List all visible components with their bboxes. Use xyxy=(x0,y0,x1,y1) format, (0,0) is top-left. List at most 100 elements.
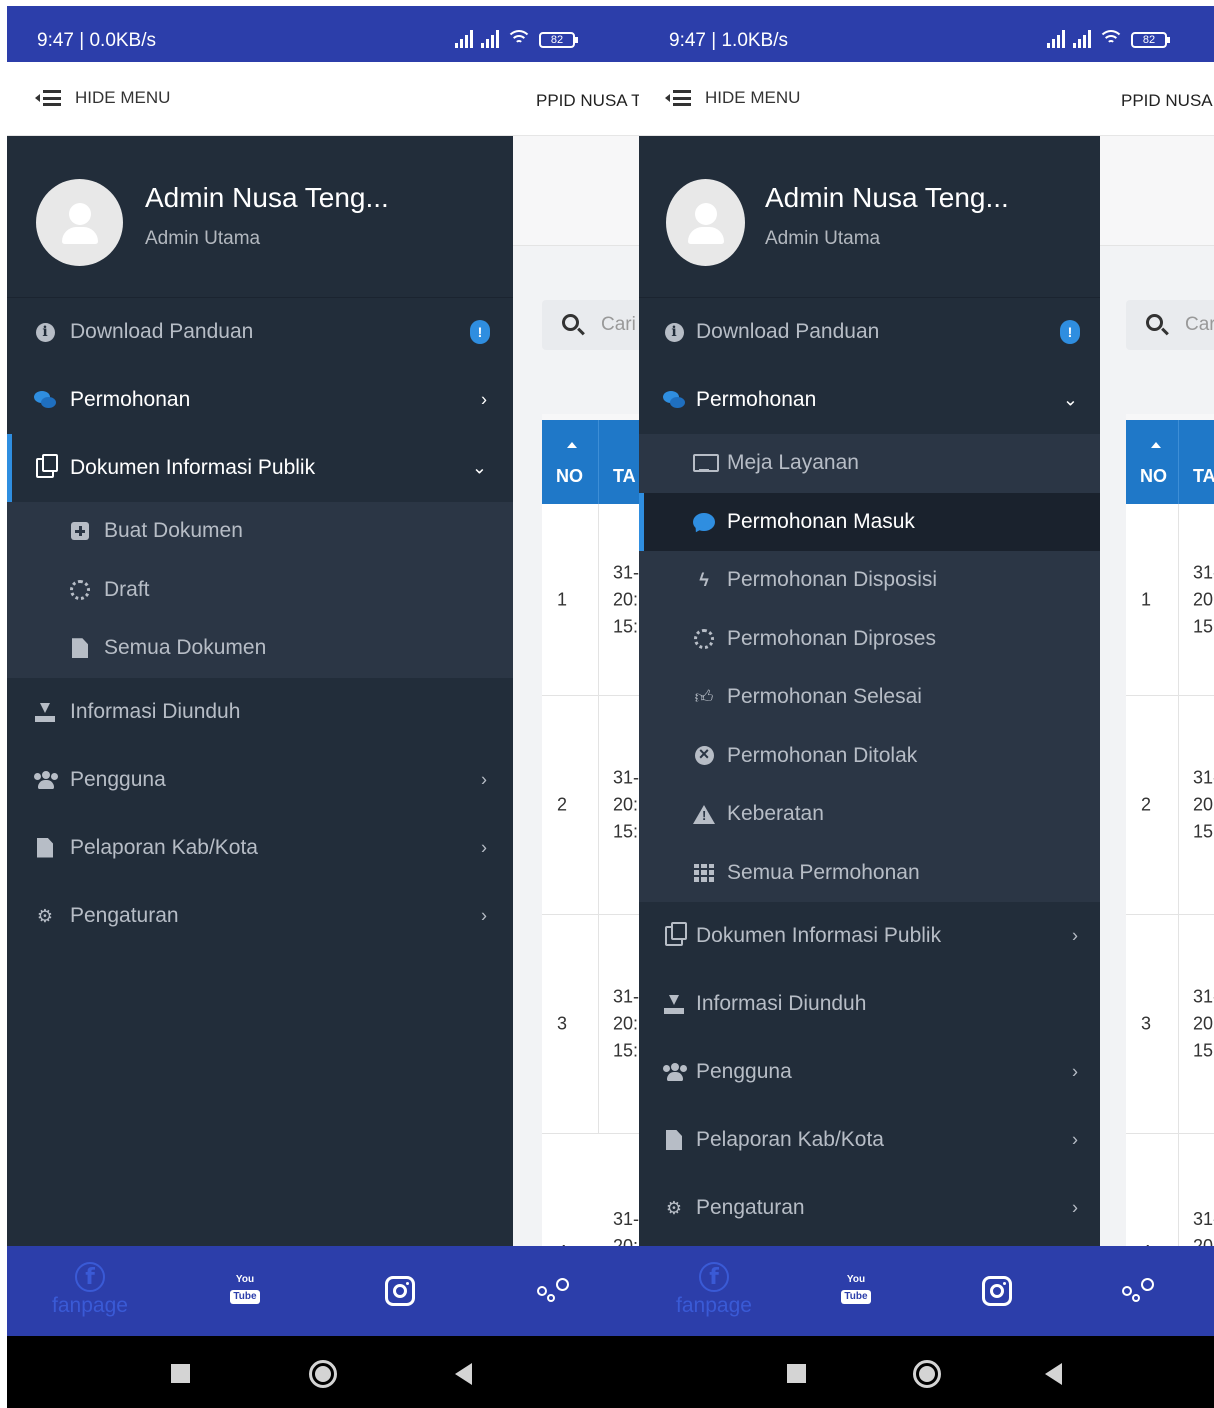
comments-icon xyxy=(34,389,56,411)
column-header-no[interactable]: NO xyxy=(1126,420,1179,504)
sidebar-item-permohonan[interactable]: Permohonan ⌄ xyxy=(639,366,1100,434)
brand-title: PPID NUSA T xyxy=(1121,91,1214,110)
back-button[interactable] xyxy=(1045,1363,1062,1385)
warning-icon xyxy=(693,803,715,825)
signal-icon xyxy=(1073,30,1091,48)
submenu-item-buat-dokumen[interactable]: Buat Dokumen xyxy=(7,502,513,561)
sort-asc-icon xyxy=(567,442,577,448)
avatar xyxy=(666,179,745,266)
status-icons: 82 xyxy=(1047,30,1170,48)
facebook-icon: f xyxy=(699,1262,729,1292)
hamburger-icon xyxy=(665,90,691,106)
chevron-right-icon: › xyxy=(1072,925,1078,946)
content-header-band xyxy=(1100,136,1214,246)
android-nav-bar xyxy=(7,1336,639,1408)
sidebar-menu: Download Panduan ! Permohonan › Dokumen … xyxy=(7,298,513,950)
submenu-item-permohonan-diproses[interactable]: Permohonan Diproses xyxy=(639,610,1100,669)
plus-square-icon xyxy=(69,520,91,542)
column-header-tanggal[interactable]: TA xyxy=(599,420,639,504)
main-content: Cari NO TA 1 31-20:15: 2 31-20:15: 3 31-… xyxy=(1100,136,1214,1318)
user-name: Admin Nusa Teng... xyxy=(765,182,1009,213)
wifi-icon xyxy=(1099,30,1123,48)
gear-icon: ⚙ xyxy=(665,1198,683,1218)
user-profile: Admin Nusa Teng... Admin Utama xyxy=(7,136,513,298)
times-circle-icon xyxy=(693,744,715,767)
users-icon xyxy=(34,769,58,791)
table-header: NO TA xyxy=(1126,420,1214,504)
notification-badge: ! xyxy=(470,320,490,344)
table-row[interactable]: 1 31-20:15: xyxy=(542,504,639,696)
sidebar-item-pelaporan[interactable]: Pelaporan Kab/Kota › xyxy=(639,1106,1100,1174)
signal-icon xyxy=(481,30,499,48)
sidebar-item-pengaturan[interactable]: ⚙ Pengaturan › xyxy=(7,882,513,950)
table-row[interactable]: 1 31-20:15: xyxy=(1126,504,1214,696)
facebook-fanpage-link[interactable]: f fanpage xyxy=(669,1246,759,1336)
search-box[interactable]: Cari xyxy=(1126,300,1214,350)
left-screen: 9:47 | 0.0KB/s 82 HIDE MENU PPID NUSA T … xyxy=(7,6,639,1408)
share-icon[interactable] xyxy=(1122,1278,1154,1308)
instagram-icon[interactable] xyxy=(982,1276,1012,1306)
submenu-item-permohonan-selesai[interactable]: 👍︎ Permohonan Selesai xyxy=(639,668,1100,727)
instagram-icon[interactable] xyxy=(385,1276,415,1306)
facebook-fanpage-link[interactable]: f fanpage xyxy=(45,1246,135,1336)
gear-icon: ⚙ xyxy=(36,905,54,926)
sidebar-item-pengguna[interactable]: Pengguna › xyxy=(7,746,513,814)
table-row[interactable]: 2 31-20:15: xyxy=(542,696,639,915)
search-box[interactable]: Cari xyxy=(542,300,639,350)
signal-icon xyxy=(455,30,473,48)
submenu-item-permohonan-masuk[interactable]: Permohonan Masuk xyxy=(639,492,1100,551)
sidebar-item-download-panduan[interactable]: Download Panduan ! xyxy=(639,298,1100,366)
sidebar-item-pengaturan[interactable]: ⚙ Pengaturan › xyxy=(639,1174,1100,1242)
youtube-link[interactable]: You Tube xyxy=(838,1246,874,1336)
bolt-icon: ϟ xyxy=(699,569,709,590)
facebook-icon: f xyxy=(75,1262,105,1292)
submenu-item-keberatan[interactable]: Keberatan xyxy=(639,785,1100,844)
back-button[interactable] xyxy=(455,1363,472,1385)
chevron-right-icon: › xyxy=(481,905,487,925)
spinner-icon xyxy=(693,628,715,650)
social-bar: f fanpage You Tube xyxy=(639,1246,1214,1336)
chevron-right-icon: › xyxy=(481,769,487,789)
chevron-right-icon: › xyxy=(1072,1197,1078,1218)
sidebar-item-pelaporan[interactable]: Pelaporan Kab/Kota › xyxy=(7,814,513,882)
submenu-item-permohonan-disposisi[interactable]: ϟ Permohonan Disposisi xyxy=(639,551,1100,610)
column-header-tanggal[interactable]: TA xyxy=(1179,420,1214,504)
thumbs-up-icon: 👍︎ xyxy=(694,687,714,708)
table-header: NO TA xyxy=(542,420,639,504)
hamburger-icon xyxy=(35,90,61,106)
table-row[interactable]: 3 31-20:15: xyxy=(542,915,639,1134)
home-button[interactable] xyxy=(913,1360,941,1388)
submenu-item-draft[interactable]: Draft xyxy=(7,561,513,620)
hide-menu-button[interactable]: HIDE MENU xyxy=(665,88,800,108)
column-header-no[interactable]: NO xyxy=(542,420,599,504)
data-table: NO TA 1 31-20:15: 2 31-20:15: 3 31-20:15… xyxy=(1126,414,1214,1318)
user-profile: Admin Nusa Teng... Admin Utama xyxy=(639,136,1100,298)
sidebar-item-permohonan[interactable]: Permohonan › xyxy=(7,366,513,434)
submenu-item-permohonan-ditolak[interactable]: Permohonan Ditolak xyxy=(639,727,1100,786)
top-header: HIDE MENU PPID NUSA T xyxy=(639,62,1214,136)
chevron-down-icon: ⌄ xyxy=(471,457,487,478)
recents-button[interactable] xyxy=(171,1364,190,1383)
submenu-item-semua-dokumen[interactable]: Semua Dokumen xyxy=(7,619,513,678)
right-screen: 9:47 | 1.0KB/s 82 HIDE MENU PPID NUSA T … xyxy=(639,6,1214,1408)
sidebar-item-dokumen-informasi-publik[interactable]: Dokumen Informasi Publik › xyxy=(639,902,1100,970)
hide-menu-button[interactable]: HIDE MENU xyxy=(35,88,170,108)
sidebar-item-informasi-diunduh[interactable]: Informasi Diunduh xyxy=(639,970,1100,1038)
share-icon[interactable] xyxy=(537,1278,569,1308)
sidebar-item-informasi-diunduh[interactable]: Informasi Diunduh xyxy=(7,678,513,746)
sort-asc-icon xyxy=(1151,442,1161,448)
submenu-item-meja-layanan[interactable]: Meja Layanan xyxy=(639,434,1100,493)
info-circle-icon xyxy=(663,321,685,343)
status-bar: 9:47 | 1.0KB/s 82 xyxy=(639,6,1214,62)
sidebar-item-download-panduan[interactable]: Download Panduan ! xyxy=(7,298,513,366)
table-row[interactable]: 3 31-20:15: xyxy=(1126,915,1214,1134)
grid-icon xyxy=(693,862,715,884)
sidebar-item-dokumen-informasi-publik[interactable]: Dokumen Informasi Publik ⌄ xyxy=(7,434,513,502)
home-button[interactable] xyxy=(309,1360,337,1388)
permohonan-submenu: Meja Layanan Permohonan Masuk ϟ Permohon… xyxy=(639,434,1100,902)
submenu-item-semua-permohonan[interactable]: Semua Permohonan xyxy=(639,844,1100,903)
youtube-link[interactable]: You Tube xyxy=(227,1246,263,1336)
table-row[interactable]: 2 31-20:15: xyxy=(1126,696,1214,915)
recents-button[interactable] xyxy=(787,1364,806,1383)
sidebar-item-pengguna[interactable]: Pengguna › xyxy=(639,1038,1100,1106)
